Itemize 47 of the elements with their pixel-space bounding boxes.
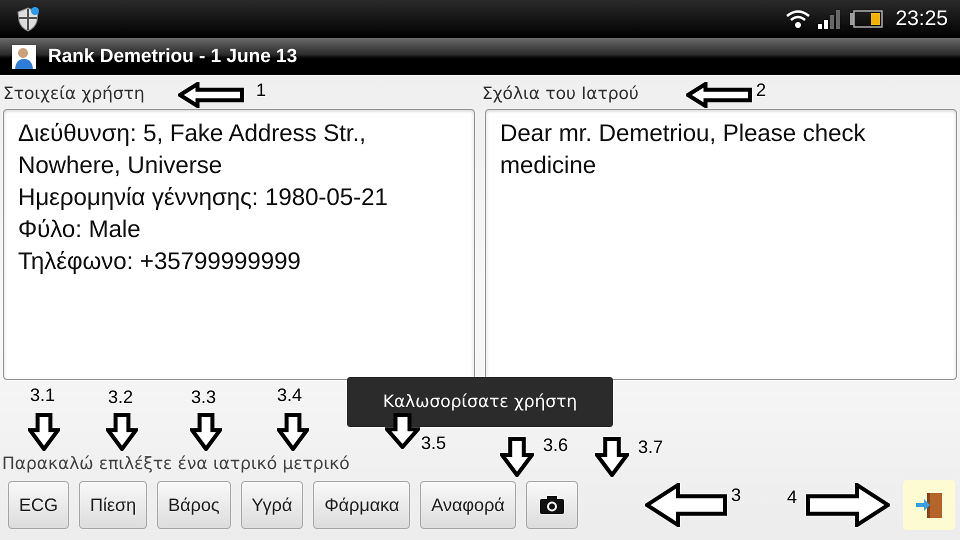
annotation-number: 3.6 bbox=[543, 435, 568, 456]
annotation-arrow bbox=[500, 437, 534, 477]
window-title: Rank Demetriou - 1 June 13 bbox=[48, 46, 298, 68]
info-line: Ημερομηνία γέννησης: 1980-05-21 bbox=[18, 183, 389, 213]
notes-text: Dear mr. Demetriou, Please check medicine bbox=[500, 119, 866, 181]
user-info-box[interactable]: Διεύθυνση: 5, Fake Address Str., Nowhere, Universe Ημερομηνία γέννησης: 1980-05-21 Φύλο: Male Τηλέφωνο: +35799999999 bbox=[3, 109, 475, 380]
metric-button[interactable]: Υγρά bbox=[240, 481, 304, 529]
door-exit-icon bbox=[914, 490, 944, 520]
annotation-arrow bbox=[595, 437, 629, 477]
exit-button[interactable] bbox=[903, 480, 955, 530]
section-label: Σχόλια του Ιατρού bbox=[482, 83, 639, 106]
annotation-arrow bbox=[106, 413, 138, 451]
camera-button[interactable] bbox=[526, 481, 578, 529]
annotation-arrow bbox=[277, 413, 309, 451]
annotation-arrow bbox=[190, 413, 222, 451]
wifi-icon bbox=[785, 9, 812, 29]
info-line: Φύλο: Male bbox=[18, 215, 142, 245]
annotation-number: 1 bbox=[256, 80, 266, 101]
annotation-number: 3.5 bbox=[421, 433, 446, 454]
annotation-number: 3.2 bbox=[108, 387, 134, 408]
annotation-arrow bbox=[178, 82, 244, 108]
section-label: Στοιχεία χρήστη bbox=[3, 83, 145, 106]
metric-button[interactable]: Αναφορά bbox=[420, 481, 516, 529]
info-line: Τηλέφωνο: +35799999999 bbox=[18, 247, 302, 277]
annotation-number: 3 bbox=[731, 485, 742, 506]
metric-button[interactable]: ECG bbox=[8, 481, 70, 529]
toast-message: Καλωσορίσατε χρήστη bbox=[347, 377, 613, 427]
prompt-text: Παρακαλώ επιλέξτε ένα ιατρικό μετρικό bbox=[1, 453, 350, 476]
annotation-number: 3.7 bbox=[638, 437, 664, 458]
metric-button[interactable]: Πίεση bbox=[79, 481, 148, 529]
shield-icon bbox=[16, 6, 40, 32]
battery-icon bbox=[849, 10, 884, 28]
clock-time: 23:25 bbox=[895, 7, 948, 31]
annotation-arrow bbox=[686, 82, 752, 108]
annotation-number: 4 bbox=[787, 487, 798, 508]
annotation-arrow bbox=[28, 413, 60, 451]
info-line: Διεύθυνση: 5, Fake Address Str., Nowhere, Universe bbox=[18, 119, 367, 181]
metric-button[interactable]: Βάρος bbox=[157, 481, 231, 529]
metric-button[interactable]: Φάρμακα bbox=[313, 481, 410, 529]
annotation-number: 2 bbox=[756, 80, 766, 101]
user-avatar-icon bbox=[12, 44, 36, 68]
annotation-number: 3.3 bbox=[191, 387, 216, 408]
annotation-number: 3.4 bbox=[277, 385, 302, 406]
camera-icon bbox=[538, 495, 565, 515]
doctor-notes-box[interactable]: Dear mr. Demetriou, Please check medicine bbox=[485, 109, 957, 380]
annotation-number: 3.1 bbox=[30, 385, 56, 406]
annotation-arrow bbox=[385, 413, 420, 449]
